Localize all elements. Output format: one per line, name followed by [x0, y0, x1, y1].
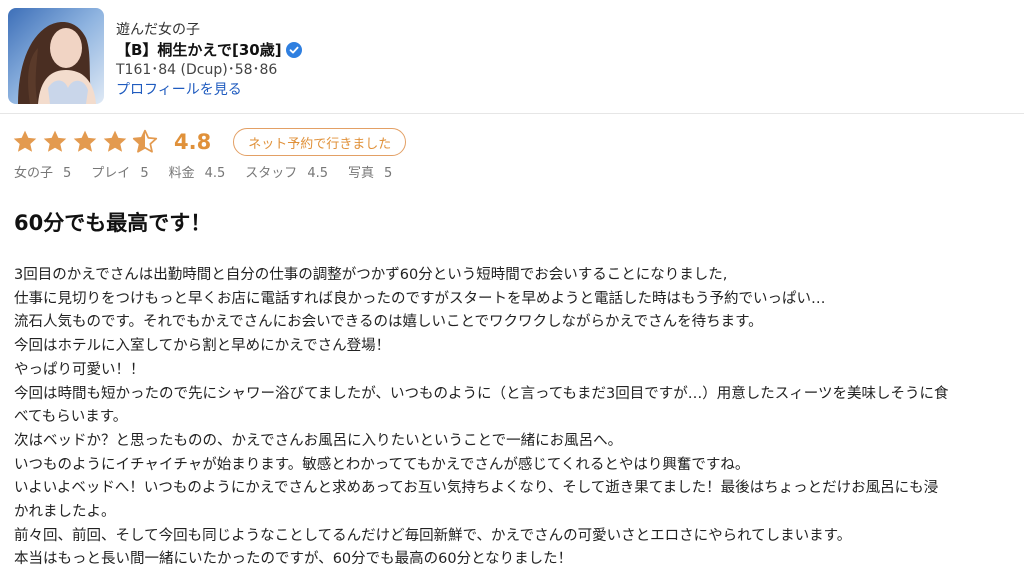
subscore-girl: 女の子 5 — [14, 164, 71, 184]
subscore-value: 5 — [63, 166, 72, 181]
star-icon — [43, 130, 67, 152]
avatar[interactable] — [8, 8, 104, 104]
review-line: 今回は時間も短かったので先にシャワー浴びてましたが、いつものように（と言ってもま… — [14, 385, 949, 402]
subscore-label: プレイ — [91, 166, 131, 181]
subscore-label: 写真 — [348, 166, 375, 181]
subscores: 女の子 5 プレイ 5 料金 4.5 スタッフ 4.5 写真 5 — [14, 164, 392, 184]
played-girl-label: 遊んだ女の子 — [116, 22, 200, 38]
review-body: 3回目のかえでさんは出勤時間と自分の仕事の調整がつかず60分という短時間でお会い… — [14, 264, 1024, 572]
divider — [0, 113, 1024, 114]
subscore-label: 料金 — [168, 166, 195, 181]
star-icon — [73, 130, 97, 152]
girl-specs: T161･84 (Dcup)･58･86 — [116, 62, 278, 78]
net-reservation-badge: ネット予約で行きました — [233, 128, 407, 156]
girl-name-text[interactable]: 【B】桐生かえで[30歳] — [116, 40, 282, 60]
profile-link[interactable]: プロフィールを見る — [116, 80, 302, 100]
subscore-value: 5 — [384, 166, 393, 181]
review-line: かれましたよ。 — [14, 504, 116, 521]
review-line: いつものようにイチャイチャが始まります。敏感とわかっててもかえでさんが感じてくれ… — [14, 456, 750, 473]
review-line: 今回はホテルに入室してから割と早めにかえでさん登場！ — [14, 338, 391, 355]
subscore-play: プレイ 5 — [91, 164, 148, 184]
review-line: 前々回、前回、そして今回も同じようなことしてるんだけど毎回新鮮で、かえでさんの可… — [14, 527, 852, 544]
review-line: 次はベッドか？と思ったものの、かえでさんお風呂に入りたいということで一緒にお風呂… — [14, 432, 623, 449]
girl-name[interactable]: 【B】桐生かえで[30歳] — [116, 40, 302, 60]
review-line: 3回目のかえでさんは出勤時間と自分の仕事の調整がつかず60分という短時間でお会い… — [14, 267, 728, 283]
star-icon — [13, 130, 37, 152]
subscore-value: 4.5 — [204, 166, 226, 181]
star-rating — [12, 129, 158, 155]
subscore-label: 女の子 — [14, 166, 54, 181]
avatar-photo — [8, 8, 104, 104]
star-icon — [103, 130, 127, 152]
verified-icon — [285, 42, 302, 58]
rating-row: 4.8 ネット予約で行きました — [12, 126, 407, 158]
subscore-staff: スタッフ 4.5 — [245, 164, 328, 184]
profile-info: 遊んだ女の子 【B】桐生かえで[30歳] T161･84 (Dcup)･58･8… — [116, 20, 302, 100]
review-line: 仕事に見切りをつけもっと早くお店に電話すれば良かったのですがスタートを早めようと… — [14, 290, 826, 307]
subscore-value: 4.5 — [307, 166, 328, 181]
subscore-label: スタッフ — [245, 166, 298, 181]
rating-score: 4.8 — [174, 130, 212, 154]
subscore-price: 料金 4.5 — [169, 164, 226, 184]
review-line: 流石人気ものです。それでもかえでさんにお会いできるのは嬉しいことでワクワクしなが… — [14, 314, 763, 331]
review-line: 本当はもっと長い間一緒にいたかったのですが、60分でも最高の60分となりました！ — [14, 551, 573, 568]
review-line: いよいよベッドへ！いつものようにかえでさんと求めあってお互い気持ちよくなり、そし… — [14, 480, 939, 497]
half-star-icon — [132, 129, 158, 153]
subscore-value: 5 — [140, 166, 149, 181]
subscore-photo: 写真 5 — [348, 164, 392, 184]
review-line: べてもらいます。 — [14, 409, 128, 426]
review-line: やっぱり可愛い！！ — [14, 361, 145, 378]
review-title: 60分でも最高です！ — [14, 211, 212, 235]
